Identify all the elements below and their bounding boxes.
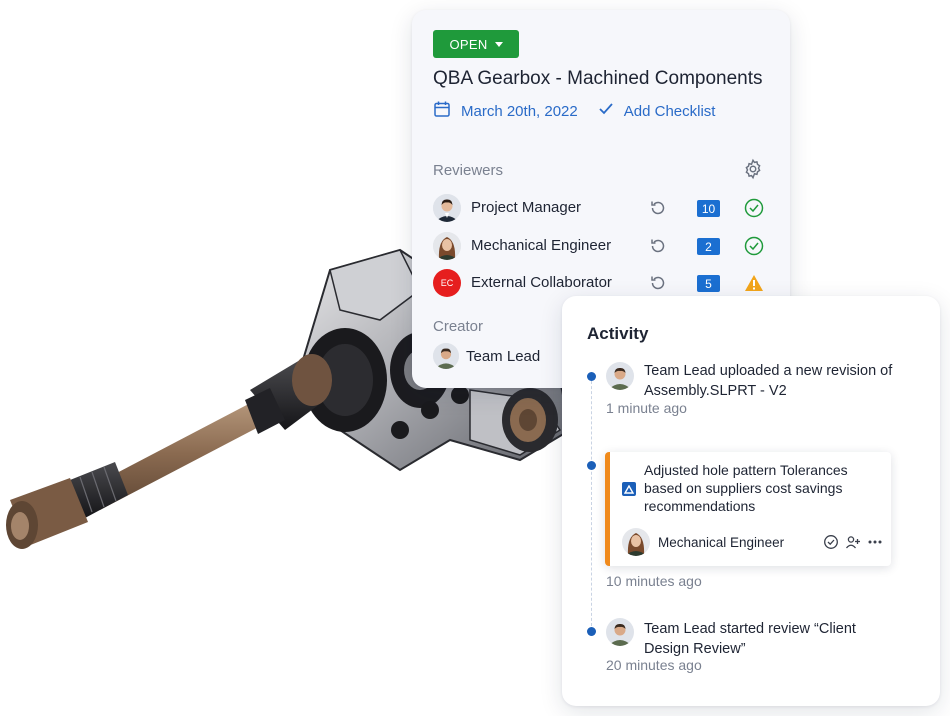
more-icon[interactable] [867, 534, 883, 550]
status-dropdown[interactable]: OPEN [433, 30, 519, 58]
reviewer-row[interactable]: EC External Collaborator 5 [433, 268, 773, 298]
check-circle-icon [743, 197, 765, 219]
activity-entry-text: Team Lead uploaded a new revision of Ass… [644, 363, 893, 399]
activity-timestamp: 1 minute ago [606, 400, 687, 416]
check-circle-icon [743, 235, 765, 257]
add-checklist-link[interactable]: Add Checklist [598, 102, 716, 120]
comment-card[interactable]: Adjusted hole pattern Tolerances based o… [605, 452, 891, 566]
timeline-dot [587, 627, 596, 636]
add-user-icon[interactable] [845, 534, 861, 550]
activity-timestamp: 20 minutes ago [606, 657, 702, 673]
avatar [433, 232, 461, 260]
revision-count-badge: 10 [697, 200, 720, 217]
comment-text: Adjusted hole pattern Tolerances based o… [644, 462, 848, 514]
check-circle-icon[interactable] [823, 534, 839, 550]
reviewers-label: Reviewers [433, 162, 504, 179]
revision-count-badge: 2 [697, 238, 720, 255]
due-date[interactable]: March 20th, 2022 [433, 100, 578, 122]
activity-timestamp: 10 minutes ago [606, 573, 702, 589]
activity-panel: Activity Team Lead uploaded a new revisi… [562, 296, 940, 706]
activity-title: Activity [587, 324, 649, 343]
history-icon[interactable] [649, 274, 667, 292]
avatar [606, 362, 634, 390]
reviewer-row[interactable]: Mechanical Engineer 2 [433, 231, 773, 261]
history-icon[interactable] [649, 237, 667, 255]
revision-count-badge: 5 [697, 275, 720, 292]
avatar [433, 194, 461, 222]
caret-down-icon [494, 41, 503, 47]
creator-label: Creator [433, 318, 484, 335]
status-label: OPEN [449, 36, 488, 52]
avatar-initials: EC [433, 269, 461, 297]
avatar [433, 343, 459, 369]
gear-icon[interactable] [742, 158, 764, 180]
avatar [606, 618, 634, 646]
reviewer-name: Project Manager [471, 199, 582, 216]
checkmark-icon [598, 102, 614, 120]
review-meta: March 20th, 2022 Add Checklist [433, 100, 715, 122]
reviewer-row[interactable]: Project Manager 10 [433, 193, 773, 223]
alert-triangle-icon [622, 482, 636, 496]
calendar-icon [433, 100, 451, 122]
avatar [622, 528, 650, 556]
reviewer-name: Mechanical Engineer [471, 237, 612, 254]
reviewer-name: External Collaborator [471, 274, 612, 291]
add-checklist-text: Add Checklist [623, 102, 716, 120]
due-date-text: March 20th, 2022 [461, 102, 578, 120]
timeline-line [591, 376, 592, 631]
comment-author: Mechanical Engineer [658, 535, 785, 550]
creator-name: Team Lead [466, 348, 541, 365]
timeline-dot [587, 372, 596, 381]
activity-entry-text: Team Lead started review “Client Design … [644, 621, 856, 657]
warning-icon [743, 272, 765, 294]
timeline-dot [587, 461, 596, 470]
review-title: QBA Gearbox - Machined Components [433, 68, 763, 89]
comment-actions [823, 534, 883, 550]
history-icon[interactable] [649, 199, 667, 217]
